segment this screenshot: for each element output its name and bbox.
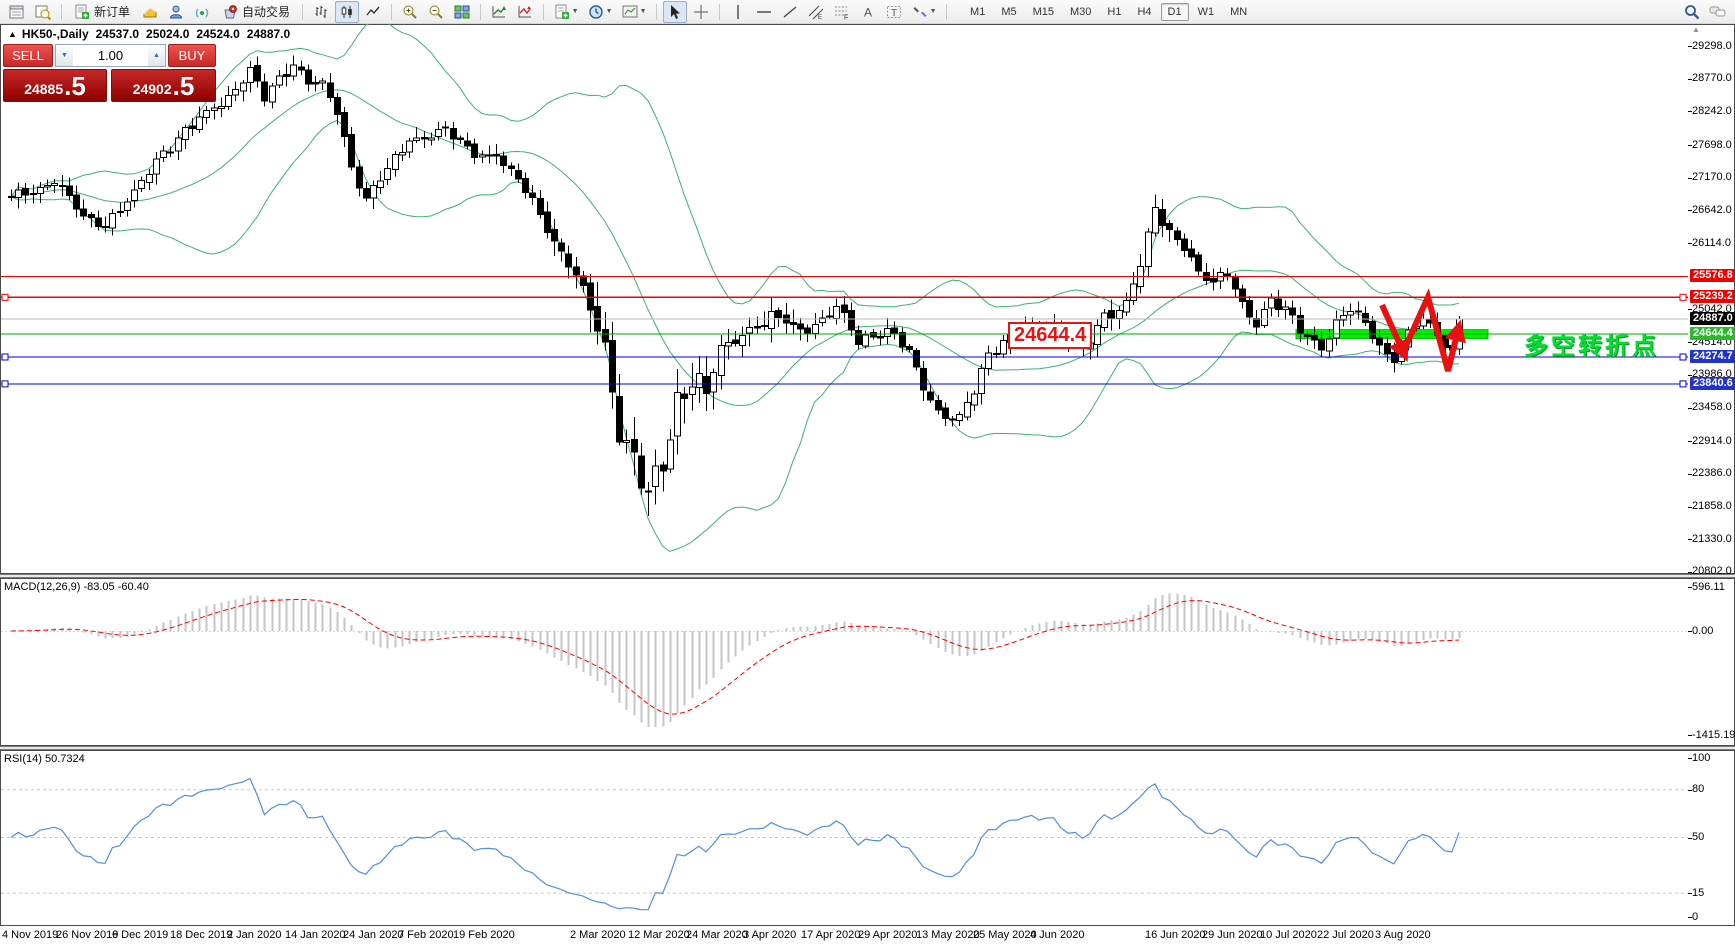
- macd-panel[interactable]: [0, 578, 1735, 746]
- line-chart-type-icon[interactable]: [361, 1, 385, 23]
- signals-icon[interactable]: [190, 1, 214, 23]
- auto-trading-button[interactable]: 自动交易: [217, 1, 295, 23]
- new-order-label: 新订单: [94, 5, 131, 19]
- fibo-letter: F: [844, 14, 848, 20]
- channel-letter: E: [818, 15, 822, 20]
- ohlc-high: 25024.0: [146, 27, 190, 41]
- buy-button[interactable]: BUY: [168, 44, 216, 67]
- indicators-list-icon[interactable]: [513, 1, 537, 23]
- timeframe-mn[interactable]: MN: [1223, 3, 1254, 21]
- timeframe-m30[interactable]: M30: [1063, 3, 1098, 21]
- buy-price[interactable]: 24902 .5: [111, 69, 216, 102]
- community-chat-icon[interactable]: [1706, 1, 1730, 23]
- toolbar-separator: [946, 3, 948, 20]
- toolbar-separator: [719, 3, 721, 20]
- label-letter: T: [891, 8, 897, 19]
- ohlc-close: 24887.0: [246, 27, 291, 41]
- toolbar-separator: [302, 3, 304, 20]
- text-label-tool-icon[interactable]: T: [882, 1, 906, 23]
- arrows-tool-dropdown[interactable]: ▼: [908, 1, 940, 23]
- tile-windows-icon[interactable]: [450, 1, 474, 23]
- panel-splitter[interactable]: [0, 746, 1735, 750]
- cursor-tool-icon[interactable]: [663, 0, 688, 23]
- timeframe-h1[interactable]: H1: [1100, 3, 1128, 21]
- buy-price-frac: .5: [172, 71, 195, 101]
- toolbar-separator: [391, 3, 393, 20]
- sell-price[interactable]: 24885 .5: [3, 69, 107, 102]
- volume-decrease-button[interactable]: ▼: [56, 45, 73, 66]
- price-annotation-box[interactable]: 24644.4: [1008, 322, 1093, 349]
- timeframe-m1[interactable]: M1: [963, 3, 992, 21]
- rsi-panel[interactable]: [0, 750, 1735, 926]
- panel-splitter[interactable]: [0, 574, 1735, 578]
- chart-profiles-icon[interactable]: [138, 1, 162, 23]
- new-order-icon: [75, 4, 89, 19]
- timeframe-m5[interactable]: M5: [994, 3, 1023, 21]
- timeframe-group: M1 M5 M15 M30 H1 H4 D1 W1 MN: [962, 2, 1255, 21]
- chevron-down-icon: ▼: [605, 8, 613, 15]
- sell-button[interactable]: SELL: [3, 44, 53, 67]
- chevron-down-icon: ▼: [929, 8, 937, 15]
- add-indicator-dropdown[interactable]: ▼: [550, 1, 582, 23]
- auto-trading-label: 自动交易: [242, 5, 291, 19]
- volume-stepper[interactable]: ▼ 1.00 ▲: [55, 44, 166, 67]
- trendline-tool-icon[interactable]: [778, 1, 802, 23]
- turning-point-annotation[interactable]: 多空转折点: [1524, 326, 1659, 361]
- toolbar-separator: [656, 3, 658, 20]
- main-chart-panel[interactable]: [0, 24, 1735, 574]
- templates-dropdown[interactable]: ▼: [618, 1, 650, 23]
- equidistant-channel-tool-icon[interactable]: E: [804, 1, 828, 23]
- indicators-window-icon[interactable]: [487, 1, 511, 23]
- ohlc-open: 24537.0: [95, 27, 140, 41]
- toolbar-separator: [61, 3, 62, 20]
- volume-increase-button[interactable]: ▲: [148, 45, 165, 66]
- ohlc-low: 24524.0: [196, 27, 240, 41]
- text-letter: A: [864, 5, 872, 19]
- fibonacci-tool-icon[interactable]: F: [830, 1, 854, 23]
- zoom-out-icon[interactable]: [424, 1, 448, 23]
- zoom-in-icon[interactable]: [398, 1, 422, 23]
- timeframe-h4[interactable]: H4: [1130, 3, 1158, 21]
- symbol-period-label: HK50-,Daily: [21, 27, 89, 41]
- chart-header: ▲ HK50-,Daily 24537.0 25024.0 24524.0 24…: [8, 27, 297, 41]
- new-order-button[interactable]: 新订单: [69, 1, 135, 23]
- horizontal-line-tool-icon[interactable]: [752, 1, 776, 23]
- navigator-icon[interactable]: [31, 1, 55, 23]
- toolbar-separator: [543, 3, 545, 20]
- chevron-down-icon: ▼: [639, 8, 647, 15]
- time-axis[interactable]: [0, 926, 1735, 945]
- scroll-up-icon[interactable]: ▲: [1692, 25, 1700, 34]
- auto-trading-icon: [224, 4, 237, 18]
- text-tool-icon[interactable]: A: [856, 1, 880, 23]
- buy-price-main: 24902: [132, 81, 172, 97]
- period-dropdown[interactable]: ▼: [584, 1, 616, 23]
- vertical-line-tool-icon[interactable]: [726, 1, 750, 23]
- chevron-down-icon: ▼: [571, 8, 579, 15]
- one-click-trading-panel: SELL ▼ 1.00 ▲ BUY 24885 .5 24902 .5: [3, 44, 216, 102]
- sell-price-frac: .5: [64, 71, 86, 101]
- timeframe-w1[interactable]: W1: [1191, 3, 1222, 21]
- bar-chart-type-icon[interactable]: [309, 1, 333, 23]
- market-watch-icon[interactable]: [5, 1, 29, 23]
- timeframe-d1[interactable]: D1: [1160, 2, 1189, 21]
- collapse-panel-icon[interactable]: ▲: [8, 29, 17, 39]
- main-toolbar: 新订单 自动交易 ▼ ▼ ▼ E F A T ▼ M1 M5 M15 M30 H…: [0, 0, 1735, 24]
- candlestick-chart-type-icon[interactable]: [335, 0, 360, 23]
- timeframe-m15[interactable]: M15: [1026, 3, 1061, 21]
- sell-price-main: 24885: [24, 81, 64, 97]
- search-icon[interactable]: [1680, 1, 1704, 23]
- crosshair-tool-icon[interactable]: [689, 1, 713, 23]
- volume-value[interactable]: 1.00: [73, 48, 148, 63]
- terminal-user-icon[interactable]: [164, 1, 188, 23]
- toolbar-separator: [480, 3, 482, 20]
